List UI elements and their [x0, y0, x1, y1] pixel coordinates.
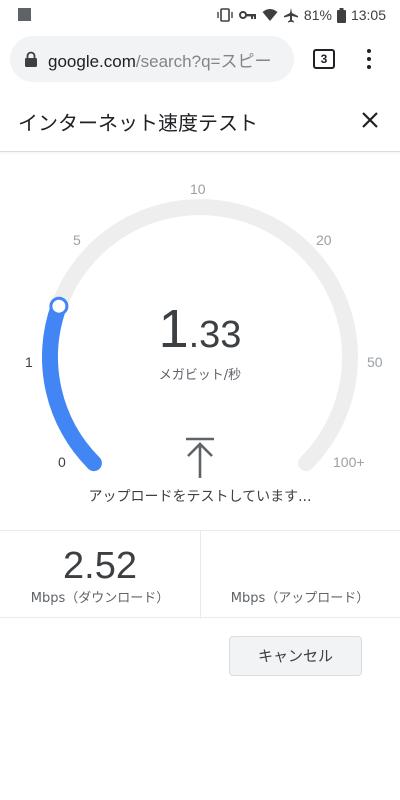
- browser-toolbar: google.com/search?q=スピー 3: [0, 30, 400, 88]
- battery-percent: 81%: [303, 7, 332, 23]
- url-text: google.com/search?q=スピー: [48, 47, 271, 72]
- lock-icon: [25, 51, 37, 67]
- download-speed-label: Mbps（ダウンロード）: [30, 591, 170, 606]
- more-vert-icon[interactable]: [362, 47, 376, 71]
- upload-speed-label: Mbps（アップロード）: [230, 591, 370, 606]
- current-speed-integer: 1: [158, 299, 189, 359]
- scale-label-100plus: 100+: [333, 454, 365, 470]
- panel-title: インターネット速度テスト: [18, 111, 258, 135]
- download-result: 2.52 Mbps（ダウンロード）: [0, 531, 200, 619]
- scale-label-5: 5: [73, 232, 81, 248]
- speed-gauge: 0 1 5 10 20 50 100+ 1.33 メガビット/秒 アップロードを…: [0, 152, 400, 532]
- status-icons: 81% 13:05: [216, 5, 386, 25]
- notification-icon: [18, 8, 31, 21]
- cancel-button[interactable]: キャンセル: [229, 636, 362, 676]
- address-bar[interactable]: google.com/search?q=スピー: [10, 36, 294, 82]
- url-path: /search?q=スピー: [135, 51, 272, 71]
- tab-switcher-button[interactable]: 3: [313, 49, 335, 69]
- panel-header: インターネット速度テスト: [0, 88, 400, 152]
- scale-label-0: 0: [58, 454, 66, 470]
- current-speed: 1.33: [0, 298, 400, 360]
- close-icon[interactable]: [358, 108, 382, 132]
- current-speed-decimal: .33: [188, 314, 242, 356]
- battery-icon: [336, 7, 346, 23]
- airplane-mode-icon: [283, 8, 298, 23]
- vibrate-icon: [217, 8, 233, 22]
- url-host: google.com: [48, 51, 136, 71]
- wifi-icon: [262, 9, 278, 21]
- status-bar: 81% 13:05: [0, 0, 400, 30]
- test-status-text: アップロードをテストしています...: [88, 489, 312, 505]
- clock: 13:05: [350, 7, 386, 23]
- results-panel: 2.52 Mbps（ダウンロード） Mbps（アップロード）: [0, 530, 400, 619]
- download-speed-value: 2.52: [63, 545, 137, 587]
- speed-unit: メガビット/秒: [158, 368, 242, 383]
- vpn-key-icon: [238, 11, 256, 19]
- scale-label-10: 10: [190, 181, 206, 197]
- upload-result: Mbps（アップロード）: [200, 531, 400, 619]
- upload-arrow-icon: [186, 437, 214, 478]
- scale-label-20: 20: [316, 232, 332, 248]
